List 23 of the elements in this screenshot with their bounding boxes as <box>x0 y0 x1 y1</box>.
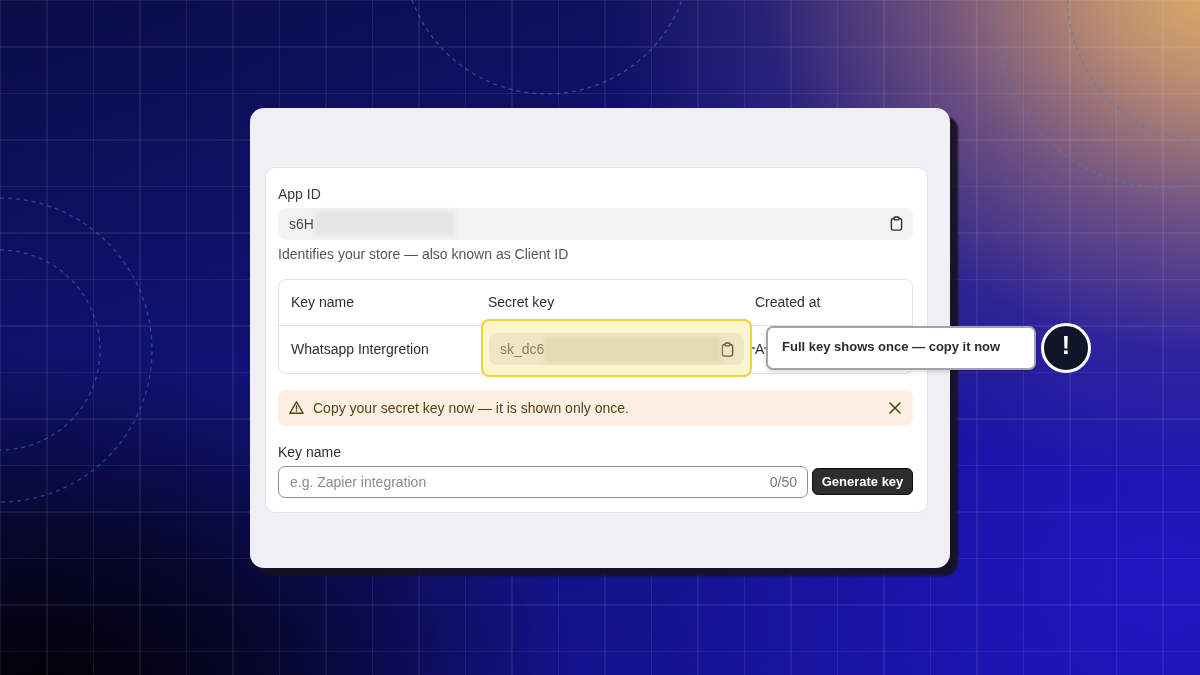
character-counter: 0/50 <box>769 473 797 490</box>
exclamation-badge: ! <box>1041 323 1091 373</box>
created-at-text: A <box>755 341 765 357</box>
app-id-field[interactable]: s6H <box>278 207 913 240</box>
clipboard-icon <box>721 341 734 357</box>
key-name-text: Whatsapp Intergretion <box>290 341 429 357</box>
close-icon <box>889 401 901 414</box>
app-id-hint: Identifies your store — also known as Client ID <box>278 244 569 263</box>
copy-button[interactable] <box>721 341 734 357</box>
secret-key-value: sk_dc6 <box>500 341 545 357</box>
app-id-value: s6H <box>289 215 314 232</box>
key-name-label: Key name <box>278 442 342 461</box>
app-id-label: App ID <box>278 184 321 203</box>
column-header: Created at <box>754 294 821 310</box>
generate-key-button[interactable]: Generate key <box>812 468 913 495</box>
tooltip: Full key shows once — copy it now <box>766 326 1036 370</box>
copy-button[interactable] <box>890 216 903 231</box>
column-header: Key name <box>290 294 355 310</box>
alert-message: Copy your secret key now — it is shown only once. <box>313 399 629 416</box>
column-header: Secret key <box>487 294 555 310</box>
warning-icon <box>289 401 304 414</box>
clipboard-icon <box>890 216 903 231</box>
close-button[interactable] <box>889 401 901 414</box>
